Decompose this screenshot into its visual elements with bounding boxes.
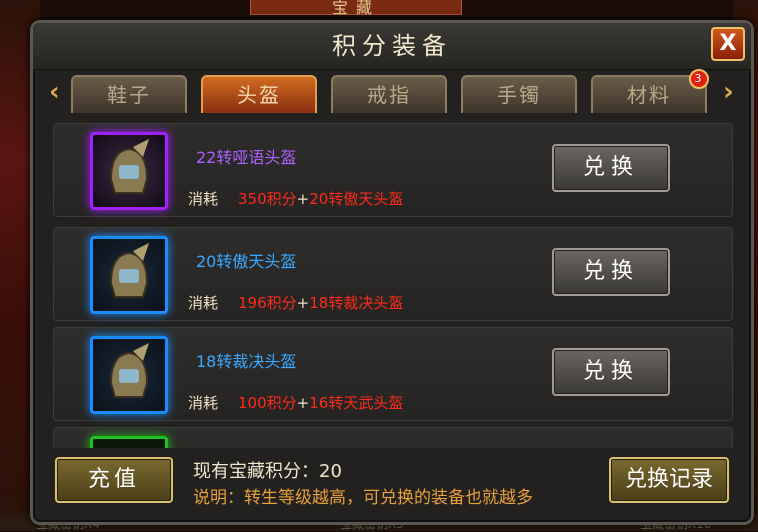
item-name: 20转傲天头盔 — [196, 252, 297, 271]
cost-material: 16转天武头盔 — [309, 394, 404, 412]
cost-points: 196积分 — [238, 294, 297, 312]
cost-label: 消耗 — [188, 394, 219, 412]
cost-plus: + — [296, 190, 310, 208]
cost-material: 18转裁决头盔 — [309, 294, 404, 312]
points-equipment-window: 积分装备 X ‹ › 鞋子 头盔 戒指 手镯 材料 3 22转哑语头盔 消耗 35… — [30, 20, 754, 525]
tab-label: 材料 — [627, 83, 671, 107]
cost-label: 消耗 — [188, 294, 219, 312]
cost-material: 20转傲天头盔 — [309, 190, 404, 208]
footer-bar: 充值 现有宝藏积分：20 说明：转生等级越高，可兑换的装备也就越多 兑换记录 — [53, 453, 733, 511]
points-balance-text: 现有宝藏积分：20 — [193, 461, 342, 482]
window-title: 积分装备 — [33, 23, 751, 70]
tab-label: 鞋子 — [107, 83, 151, 107]
item-icon-partial[interactable] — [90, 436, 168, 448]
tab-shoes[interactable]: 鞋子 — [71, 75, 187, 113]
background-top-label: 宝藏 — [331, 0, 380, 17]
tab-bracelet[interactable]: 手镯 — [461, 75, 577, 113]
tab-label: 头盔 — [237, 83, 281, 107]
exchange-button[interactable]: 兑换 — [552, 248, 670, 296]
exchange-button[interactable]: 兑换 — [552, 144, 670, 192]
helmet-icon[interactable] — [90, 336, 168, 414]
prev-tab-arrow-icon[interactable]: ‹ — [49, 77, 60, 107]
tab-helmet[interactable]: 头盔 — [201, 75, 317, 113]
item-name: 22转哑语头盔 — [196, 148, 297, 167]
helmet-icon[interactable] — [90, 236, 168, 314]
tab-label: 手镯 — [497, 83, 541, 107]
cost-plus: + — [296, 294, 310, 312]
next-tab-arrow-icon[interactable]: › — [723, 77, 734, 107]
item-cost: 消耗 100积分+16转天武头盔 — [188, 392, 403, 413]
list-item: 20转傲天头盔 消耗 196积分+18转裁决头盔 兑换 — [53, 227, 733, 321]
recharge-button[interactable]: 充值 — [55, 457, 173, 503]
list-item-partial — [53, 427, 733, 448]
tab-label: 戒指 — [367, 83, 411, 107]
list-item: 22转哑语头盔 消耗 350积分+20转傲天头盔 兑换 — [53, 123, 733, 217]
item-cost: 消耗 196积分+18转裁决头盔 — [188, 292, 403, 313]
close-button[interactable]: X — [711, 27, 745, 61]
tab-ring[interactable]: 戒指 — [331, 75, 447, 113]
list-item: 18转裁决头盔 消耗 100积分+16转天武头盔 兑换 — [53, 327, 733, 421]
item-name: 18转裁决头盔 — [196, 352, 297, 371]
exchange-button[interactable]: 兑换 — [552, 348, 670, 396]
cost-points: 100积分 — [238, 394, 297, 412]
helmet-icon[interactable] — [90, 132, 168, 210]
background-top-tab: 宝藏 — [250, 0, 462, 17]
item-cost: 消耗 350积分+20转傲天头盔 — [188, 188, 403, 209]
notification-badge: 3 — [689, 69, 709, 89]
cost-label: 消耗 — [188, 190, 219, 208]
exchange-history-button[interactable]: 兑换记录 — [609, 457, 729, 503]
cost-plus: + — [296, 394, 310, 412]
tab-materials[interactable]: 材料 3 — [591, 69, 709, 113]
item-list[interactable]: 22转哑语头盔 消耗 350积分+20转傲天头盔 兑换 20转傲天头盔 消耗 196… — [53, 123, 733, 448]
explanation-text: 说明：转生等级越高，可兑换的装备也就越多 — [193, 488, 533, 508]
cost-points: 350积分 — [238, 190, 297, 208]
